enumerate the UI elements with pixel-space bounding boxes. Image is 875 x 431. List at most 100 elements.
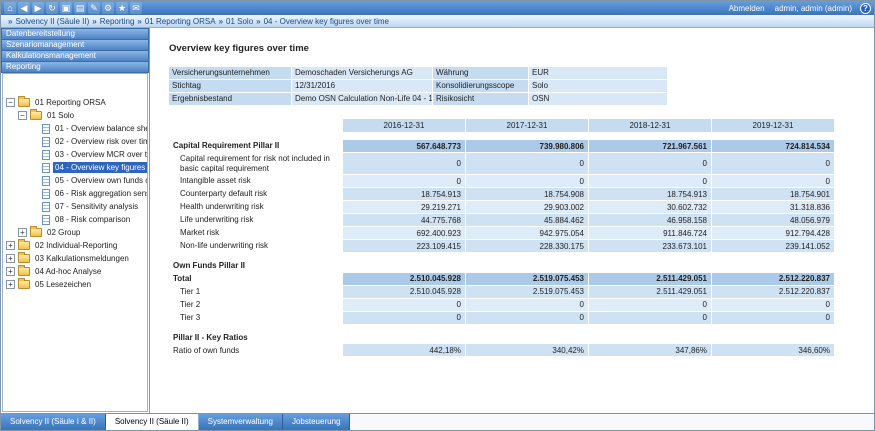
document-icon: [42, 124, 50, 134]
tree-item[interactable]: +04 Ad-hoc Analyse: [3, 265, 147, 278]
row-label: Total: [170, 273, 342, 285]
tab-solvency-saeule-1-2[interactable]: Solvency II (Säule I & II): [1, 414, 106, 430]
info-label: Risikosicht: [433, 93, 528, 105]
breadcrumb-separator-icon: »: [92, 17, 96, 26]
topbar-right: Abmelden admin, admin (admin) ?: [729, 3, 871, 14]
tree-item[interactable]: 06 - Risk aggregation sensitiv...: [3, 187, 147, 200]
tree-item[interactable]: 02 - Overview risk over time: [3, 135, 147, 148]
tree-item[interactable]: 07 - Sensitivity analysis: [3, 200, 147, 213]
app-window: ⌂◀▶↻▣▤✎⚙★✉ Abmelden admin, admin (admin)…: [0, 0, 875, 431]
value-cell: 18.754.913: [343, 188, 465, 200]
blank-cell: [589, 260, 711, 272]
tree-item[interactable]: 08 - Risk comparison: [3, 213, 147, 226]
column-header: 2017-12-31: [466, 119, 588, 132]
expand-icon[interactable]: +: [6, 280, 15, 289]
tree-item[interactable]: +02 Group: [3, 226, 147, 239]
logout-link[interactable]: Abmelden: [729, 4, 765, 13]
sidebar-section-reporting[interactable]: Reporting: [1, 61, 149, 73]
info-label: Ergebnisbestand: [169, 93, 291, 105]
collapse-icon[interactable]: −: [6, 98, 15, 107]
breadcrumb-item[interactable]: Solvency II (Säule II): [15, 17, 89, 26]
edit-icon[interactable]: ✎: [88, 2, 100, 14]
value-cell: 0: [343, 153, 465, 174]
tree-item[interactable]: +03 Kalkulationsmeldungen: [3, 252, 147, 265]
value-cell: 340,42%: [466, 344, 588, 356]
value-cell: 0: [589, 175, 711, 187]
spacer-row: [170, 133, 834, 139]
tree-item[interactable]: 05 - Overview own funds ove...: [3, 174, 147, 187]
expand-icon[interactable]: +: [6, 267, 15, 276]
forward-icon[interactable]: ▶: [32, 2, 44, 14]
row-label: Capital Requirement Pillar II: [170, 140, 342, 152]
value-cell: 724.814.534: [712, 140, 834, 152]
new-window-icon[interactable]: ▣: [60, 2, 72, 14]
breadcrumb-items: »Solvency II (Säule II)»Reporting»01 Rep…: [5, 17, 389, 26]
document-icon: [42, 163, 50, 173]
bottom-tabbar: Solvency II (Säule I & II)Solvency II (S…: [1, 413, 874, 430]
tree-item[interactable]: +05 Lesezeichen: [3, 278, 147, 291]
home-icon[interactable]: ⌂: [4, 2, 16, 14]
collapse-icon[interactable]: −: [18, 111, 27, 120]
value-cell: 0: [589, 312, 711, 324]
value-cell: 347,86%: [589, 344, 711, 356]
folder-icon: [18, 267, 30, 276]
blank-cell: [343, 332, 465, 344]
breadcrumb-item[interactable]: Reporting: [100, 17, 135, 26]
tree-item-label: 01 Reporting ORSA: [33, 97, 108, 108]
value-cell: 29.219.271: [343, 201, 465, 213]
tab-systemverwaltung[interactable]: Systemverwaltung: [199, 414, 283, 430]
expand-icon[interactable]: +: [6, 241, 15, 250]
sidebar-sections: DatenbereitstellungSzenariomanagementKal…: [1, 28, 149, 73]
row-label: Health underwriting risk: [170, 201, 342, 213]
breadcrumb-item[interactable]: 01 Reporting ORSA: [145, 17, 216, 26]
expand-icon[interactable]: +: [18, 228, 27, 237]
expand-icon[interactable]: +: [6, 254, 15, 263]
tree-item[interactable]: 01 - Overview balance sheet o...: [3, 122, 147, 135]
info-value: Demoschaden Versicherungs AG: [292, 67, 432, 79]
document-icon: [42, 202, 50, 212]
folder-icon: [30, 111, 42, 120]
value-cell: 18.754.908: [466, 188, 588, 200]
value-cell: 912.794.428: [712, 227, 834, 239]
mail-icon[interactable]: ✉: [130, 2, 142, 14]
value-cell: 0: [712, 175, 834, 187]
toolbar-icons: ⌂◀▶↻▣▤✎⚙★✉: [4, 2, 144, 14]
value-cell: 0: [589, 153, 711, 174]
back-icon[interactable]: ◀: [18, 2, 30, 14]
row-label: Tier 3: [170, 312, 342, 324]
tree-item[interactable]: − 01 Reporting ORSA: [3, 96, 147, 109]
breadcrumb-item[interactable]: 04 - Overview key figures over time: [264, 17, 389, 26]
value-cell: 567.648.773: [343, 140, 465, 152]
row-label: Capital requirement for risk not include…: [170, 153, 342, 174]
value-cell: 911.846.724: [589, 227, 711, 239]
value-cell: 721.967.561: [589, 140, 711, 152]
breadcrumb-separator-icon: »: [256, 17, 260, 26]
value-cell: 739.980.806: [466, 140, 588, 152]
tree-item-label: 01 - Overview balance sheet o...: [53, 123, 147, 134]
tree-item[interactable]: 03 - Overview MCR over time: [3, 148, 147, 161]
tab-solvency-saeule-2[interactable]: Solvency II (Säule II): [106, 414, 199, 430]
tree-item-label: 06 - Risk aggregation sensitiv...: [53, 188, 147, 199]
favorites-icon[interactable]: ★: [116, 2, 128, 14]
value-cell: 223.109.415: [343, 240, 465, 252]
refresh-icon[interactable]: ↻: [46, 2, 58, 14]
user-label: admin, admin (admin): [775, 4, 852, 13]
tree-item-label: 04 - Overview key figures ove...: [53, 162, 147, 173]
main-content: Overview key figures over time Versicher…: [151, 28, 874, 413]
key-figures-table: 2016-12-312017-12-312018-12-312019-12-31…: [169, 118, 835, 357]
tree-item[interactable]: 04 - Overview key figures ove...: [3, 161, 147, 174]
settings-icon[interactable]: ⚙: [102, 2, 114, 14]
tab-jobsteuerung[interactable]: Jobsteuerung: [283, 414, 350, 430]
blank-cell: [712, 332, 834, 344]
tree-item[interactable]: +02 Individual-Reporting: [3, 239, 147, 252]
row-label: Life underwriting risk: [170, 214, 342, 226]
document-icon: [42, 189, 50, 199]
help-icon[interactable]: ?: [860, 3, 871, 14]
tree-item[interactable]: −01 Solo: [3, 109, 147, 122]
breadcrumb-item[interactable]: 01 Solo: [226, 17, 253, 26]
list-icon[interactable]: ▤: [74, 2, 86, 14]
sidebar: DatenbereitstellungSzenariomanagementKal…: [1, 28, 150, 413]
value-cell: 0: [343, 312, 465, 324]
tree-item-label: 05 - Overview own funds ove...: [53, 175, 147, 186]
folder-icon: [18, 241, 30, 250]
